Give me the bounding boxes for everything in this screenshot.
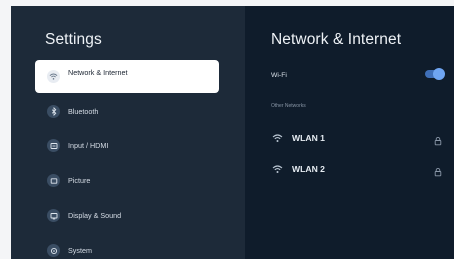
input-icon — [47, 139, 60, 152]
display-icon — [47, 209, 60, 222]
menu-item-picture[interactable]: Picture — [35, 164, 219, 197]
network-name: WLAN 2 — [292, 164, 325, 174]
network-panel: Network & Internet Wi-Fi Other Networks … — [245, 6, 454, 259]
menu-item-display-sound[interactable]: Display & Sound — [35, 199, 219, 232]
lock-icon — [433, 164, 443, 177]
menu-item-bluetooth[interactable]: Bluetooth — [35, 95, 219, 128]
network-title: Network & Internet — [271, 31, 402, 48]
network-name: WLAN 1 — [292, 133, 325, 143]
lock-icon — [433, 133, 443, 146]
settings-panel: Settings Network & Internet Bluetooth In… — [11, 6, 245, 259]
toggle-knob — [433, 68, 445, 80]
menu-item-system[interactable]: System — [35, 234, 219, 259]
wifi-row[interactable]: Wi-Fi — [271, 67, 445, 83]
wifi-icon — [271, 163, 284, 176]
menu-label: Bluetooth — [68, 107, 99, 116]
tv-settings-screen: Settings Network & Internet Bluetooth In… — [11, 6, 454, 259]
menu-label: Input / HDMI — [68, 141, 109, 150]
system-icon — [47, 244, 60, 257]
menu-label: Display & Sound — [68, 211, 122, 220]
wifi-toggle[interactable] — [425, 68, 445, 80]
menu-label: Network & Internet — [68, 68, 128, 77]
other-networks-label: Other Networks — [271, 103, 306, 109]
wifi-label: Wi-Fi — [271, 71, 287, 79]
wifi-icon — [271, 132, 284, 145]
menu-item-input-hdmi[interactable]: Input / HDMI — [35, 129, 219, 162]
network-item-wlan1[interactable]: WLAN 1 — [271, 130, 443, 146]
wifi-icon — [47, 70, 60, 83]
bluetooth-icon — [47, 105, 60, 118]
settings-title: Settings — [45, 31, 102, 48]
menu-item-network-internet[interactable]: Network & Internet — [35, 60, 219, 93]
picture-icon — [47, 174, 60, 187]
network-item-wlan2[interactable]: WLAN 2 — [271, 161, 443, 177]
menu-label: System — [68, 246, 92, 255]
menu-label: Picture — [68, 176, 91, 185]
